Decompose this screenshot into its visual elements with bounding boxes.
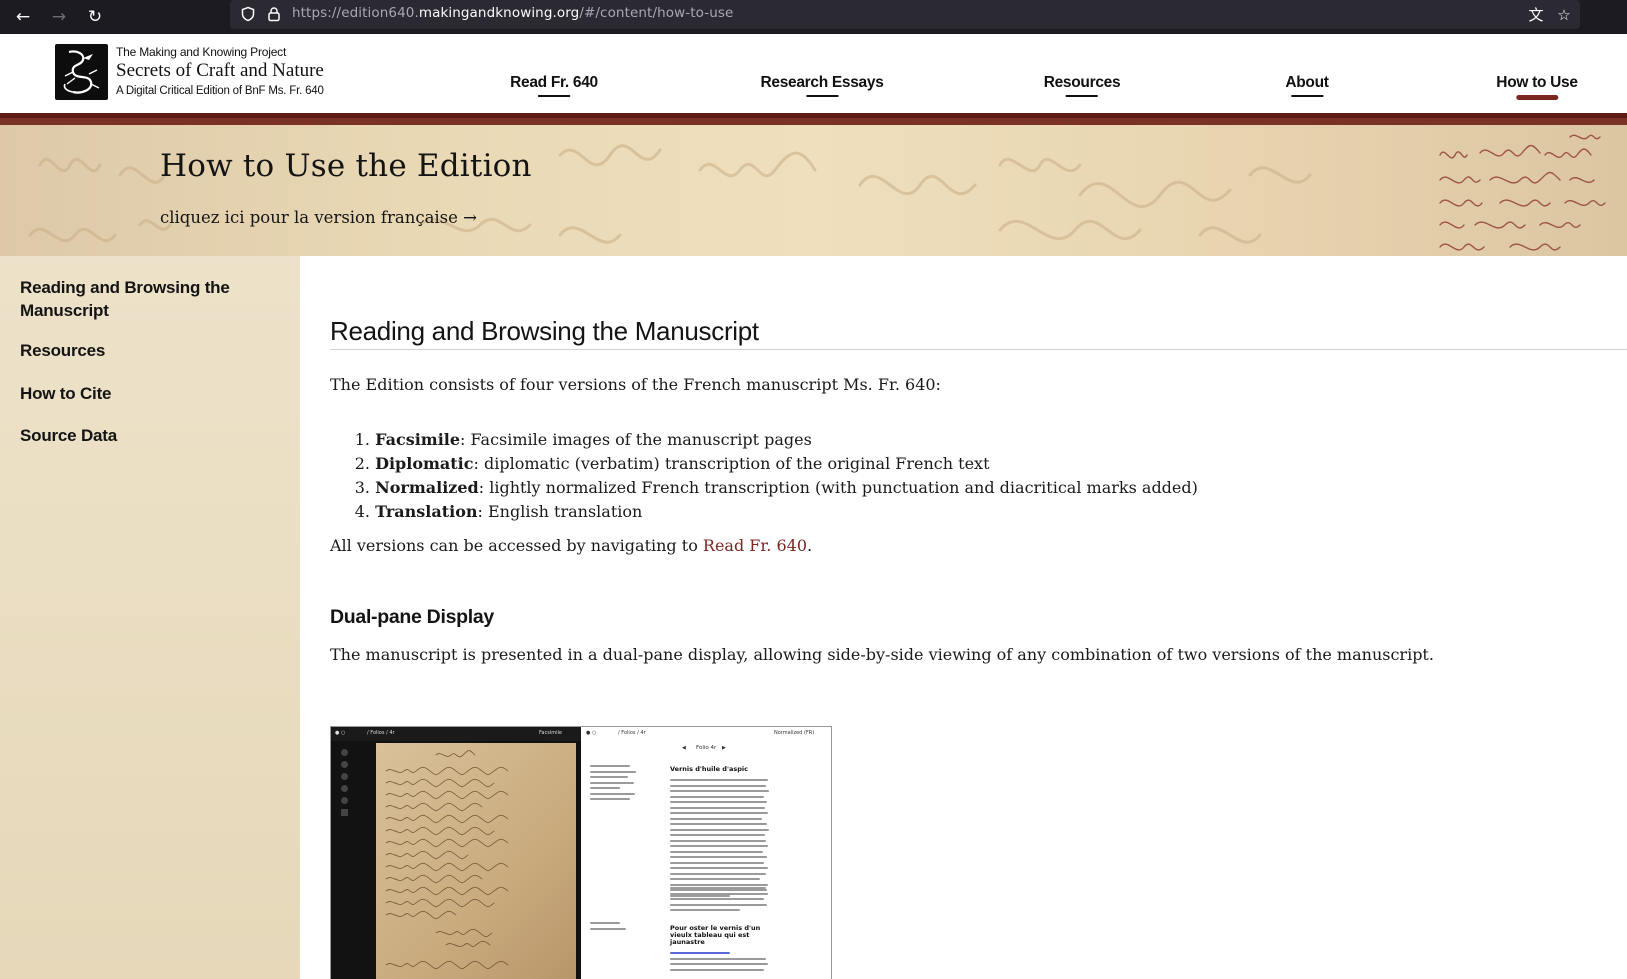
lock-icon[interactable] [266, 6, 282, 22]
recipe-text-3 [670, 952, 770, 974]
shield-icon[interactable] [240, 6, 256, 22]
back-icon[interactable]: ← [10, 4, 36, 30]
dual-pane-paragraph: The manuscript is presented in a dual-pa… [330, 645, 1434, 664]
dragon-logo-icon[interactable] [55, 44, 108, 100]
recipe-heading-2: Pour oster le vernis d'un vieulx tableau… [670, 924, 761, 946]
margin-note [590, 765, 640, 804]
read-fr-640-link[interactable]: Read Fr. 640 [703, 536, 807, 555]
normalized-pane: ● ○ / Folios / 4r Normalized (FR) ◀ Foli… [582, 727, 831, 979]
browser-toolbar: ← → ↻ https://edition640.makingandknowin… [0, 0, 1627, 34]
sidebar-item-how-to-cite[interactable]: How to Cite [20, 382, 270, 405]
left-mode-label: Facsimile [539, 730, 562, 736]
nav-resources[interactable]: Resources [1044, 74, 1121, 97]
sidebar: Reading and Browsing the Manuscript Reso… [0, 256, 300, 979]
left-folio-path: / Folios / 4r [367, 730, 395, 736]
pane-logo-icon: ● ○ [335, 730, 346, 736]
facsimile-pane: ● ○ / Folios / 4r Facsimile [331, 727, 581, 979]
nav-about[interactable]: About [1285, 74, 1329, 97]
manuscript-background-image [28, 134, 1606, 251]
project-name[interactable]: The Making and Knowing Project [116, 45, 286, 59]
address-bar[interactable]: https://edition640.makingandknowing.org/… [230, 0, 1580, 29]
facsimile-page-image [376, 743, 576, 979]
list-item: 2. Diplomatic: diplomatic (verbatim) tra… [354, 454, 990, 473]
site-header: The Making and Knowing Project Secrets o… [0, 34, 1627, 114]
recipe-text-2 [670, 887, 770, 915]
right-folio-path: / Folios / 4r [618, 730, 646, 736]
header-divider [0, 113, 1627, 125]
nav-read-fr-640[interactable]: Read Fr. 640 [510, 74, 598, 97]
pane-logo-icon: ● ○ [586, 730, 597, 736]
page-banner: How to Use the Edition cliquez ici pour … [0, 125, 1627, 256]
sidebar-item-resources[interactable]: Resources [20, 339, 270, 362]
recipe-heading: Vernis d'huile d'aspic [670, 765, 748, 773]
site-subtitle[interactable]: A Digital Critical Edition of BnF Ms. Fr… [116, 85, 324, 97]
dual-pane-screenshot: ● ○ / Folios / 4r Facsimile ● ○ / Folios… [330, 726, 832, 979]
section-title: Reading and Browsing the Manuscript [330, 316, 759, 346]
translate-icon[interactable]: 文 [1526, 5, 1546, 25]
recipe-text [670, 779, 770, 900]
folio-label: Folio 4r [696, 745, 717, 751]
url-text[interactable]: https://edition640.makingandknowing.org/… [292, 5, 733, 21]
intro-paragraph: The Edition consists of four versions of… [330, 375, 941, 394]
section-divider [330, 349, 1627, 350]
forward-icon[interactable]: → [46, 4, 72, 30]
page-title: How to Use the Edition [160, 148, 532, 184]
list-item: 3. Normalized: lightly normalized French… [354, 478, 1198, 497]
main-content: Reading and Browsing the Manuscript The … [300, 256, 1627, 979]
reload-icon[interactable]: ↻ [82, 4, 108, 30]
list-item: 1. Facsimile: Facsimile images of the ma… [354, 430, 812, 449]
right-mode-label: Normalized (FR) [774, 730, 815, 736]
list-item: 4. Translation: English translation [354, 502, 643, 521]
nav-how-to-use[interactable]: How to Use [1496, 74, 1578, 100]
bookmark-star-icon[interactable]: ☆ [1554, 5, 1574, 25]
site-title[interactable]: Secrets of Craft and Nature [116, 60, 324, 82]
versions-list: 1. Facsimile: Facsimile images of the ma… [330, 428, 1198, 524]
viewer-toolbar [341, 749, 349, 816]
margin-note-2 [590, 922, 630, 933]
access-paragraph: All versions can be accessed by navigati… [330, 536, 813, 555]
sidebar-item-reading-browsing[interactable]: Reading and Browsing the Manuscript [20, 276, 270, 322]
french-version-link[interactable]: cliquez ici pour la version française → [160, 208, 477, 227]
prev-folio-icon: ◀ [682, 745, 686, 751]
nav-research-essays[interactable]: Research Essays [760, 74, 884, 97]
dual-pane-heading: Dual-pane Display [330, 606, 494, 628]
sidebar-item-source-data[interactable]: Source Data [20, 424, 270, 447]
next-folio-icon: ▶ [722, 745, 726, 751]
